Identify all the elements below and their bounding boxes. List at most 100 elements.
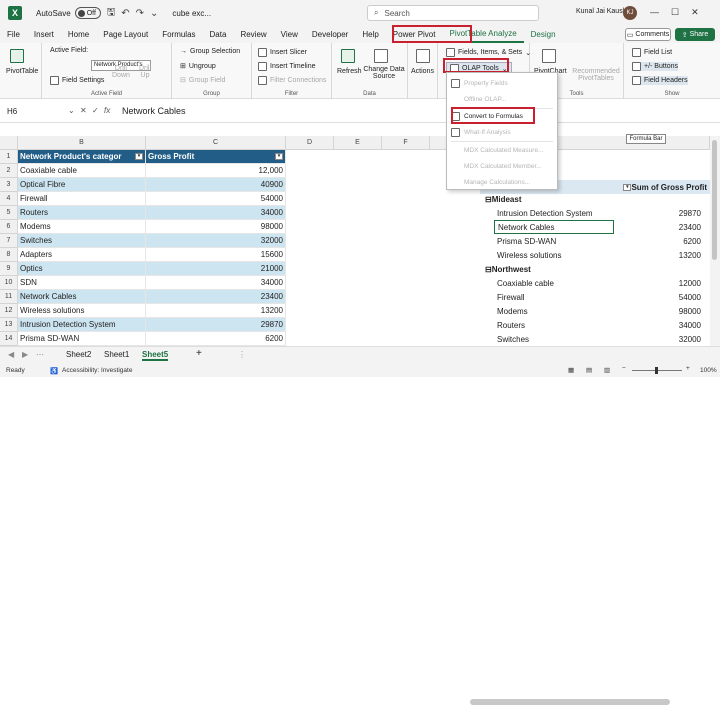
pivot-item-label[interactable]: Network Cables — [494, 220, 614, 234]
row-header[interactable]: 7 — [0, 234, 18, 248]
minimize-icon[interactable]: — — [650, 7, 659, 18]
row-header[interactable]: 3 — [0, 178, 18, 192]
zoom-level[interactable]: 100% — [700, 367, 717, 374]
table-cell-profit[interactable]: 34000 — [146, 206, 286, 220]
table-cell-category[interactable]: SDN — [18, 276, 146, 290]
table-cell-profit[interactable]: 40900 — [146, 178, 286, 192]
menu-item-property-fields[interactable]: Property Fields — [447, 77, 557, 89]
spreadsheet-grid[interactable]: B C D E F 123456789101112131415 Network … — [0, 136, 716, 346]
plus-minus-buttons-button[interactable]: +/- Buttons — [632, 62, 679, 71]
column-header-f[interactable]: F — [382, 136, 430, 150]
row-header[interactable]: 2 — [0, 164, 18, 178]
zoom-in-icon[interactable]: + — [686, 365, 690, 372]
table-cell-category[interactable]: Routers — [18, 206, 146, 220]
share-button[interactable]: ⇪ Share — [675, 28, 715, 41]
insert-slicer-button[interactable]: Insert Slicer — [258, 48, 307, 57]
pivot-item-value[interactable]: 13200 — [620, 248, 704, 262]
table-cell-profit[interactable]: 32000 — [146, 234, 286, 248]
function-icon[interactable]: fx — [104, 106, 110, 115]
filter-dropdown-icon[interactable]: ▾ — [135, 153, 143, 160]
pivot-group-row[interactable]: ⊟Mideast — [482, 192, 602, 206]
autosave-toggle[interactable]: Off — [74, 7, 101, 19]
add-sheet-icon[interactable]: + — [196, 348, 202, 359]
filter-connections-button[interactable]: Filter Connections — [258, 76, 326, 85]
tab-review[interactable]: Review — [233, 26, 273, 43]
pivot-item-value[interactable]: 32000 — [620, 332, 704, 346]
maximize-icon[interactable]: ☐ — [671, 7, 679, 18]
fields-items-sets-button[interactable]: Fields, Items, & Sets ⌄ — [446, 48, 531, 57]
menu-item-what-if[interactable]: What-If Analysis — [447, 126, 557, 138]
vertical-scrollbar[interactable] — [710, 136, 720, 346]
row-header[interactable]: 4 — [0, 192, 18, 206]
pivot-item-label[interactable]: Firewall — [494, 290, 614, 304]
table-cell-category[interactable]: Optics — [18, 262, 146, 276]
field-settings-button[interactable]: Field Settings — [50, 76, 104, 85]
pivottable-icon[interactable] — [10, 49, 24, 63]
group-selection-button[interactable]: → Group Selection — [180, 48, 240, 55]
drill-down-button[interactable]: Drill Down — [112, 65, 130, 79]
normal-view-icon[interactable]: ▦ — [568, 366, 574, 374]
name-box[interactable]: H6 — [4, 104, 64, 119]
actions-icon[interactable] — [416, 49, 430, 63]
table-cell-category[interactable]: Optical Fibre — [18, 178, 146, 192]
table-cell-profit[interactable]: 15600 — [146, 248, 286, 262]
select-all-corner[interactable] — [0, 136, 18, 150]
tab-design[interactable]: Design — [524, 26, 563, 43]
row-header[interactable]: 14 — [0, 332, 18, 346]
accessibility-status[interactable]: Accessibility: Investigate — [62, 367, 132, 374]
row-header[interactable]: 5 — [0, 206, 18, 220]
table-cell-category[interactable]: Adapters — [18, 248, 146, 262]
row-header[interactable]: 10 — [0, 276, 18, 290]
undo-icon[interactable]: ↶ — [121, 8, 129, 19]
row-header[interactable]: 8 — [0, 248, 18, 262]
pivottable-button[interactable]: PivotTable — [6, 68, 38, 75]
table-cell-profit[interactable]: 12,000 — [146, 164, 286, 178]
tab-file[interactable]: File — [0, 26, 27, 43]
tab-page-layout[interactable]: Page Layout — [96, 26, 155, 43]
sheet-tab-sheet1[interactable]: Sheet1 — [104, 350, 129, 359]
table-cell-category[interactable]: Firewall — [18, 192, 146, 206]
row-header[interactable]: 12 — [0, 304, 18, 318]
tab-formulas[interactable]: Formulas — [155, 26, 202, 43]
pivot-item-value[interactable]: 12000 — [620, 276, 704, 290]
table-cell-category[interactable]: Wireless solutions — [18, 304, 146, 318]
row-header[interactable]: 9 — [0, 262, 18, 276]
column-header-e[interactable]: E — [334, 136, 382, 150]
zoom-slider-thumb[interactable] — [655, 367, 658, 374]
column-header-c[interactable]: C — [146, 136, 286, 150]
document-name[interactable]: cube exc... — [172, 9, 211, 18]
sheet-tab-sheet5[interactable]: Sheet5 — [142, 350, 169, 361]
page-break-view-icon[interactable]: ▥ — [604, 366, 610, 374]
column-header-b[interactable]: B — [18, 136, 146, 150]
tab-data[interactable]: Data — [203, 26, 234, 43]
filter-dropdown-icon[interactable]: ▾ — [623, 183, 632, 191]
pivot-item-label[interactable]: Intrusion Detection System — [494, 206, 614, 220]
table-cell-category[interactable]: Switches — [18, 234, 146, 248]
change-data-source-button[interactable]: Change Data Source — [363, 66, 405, 80]
pivot-item-value[interactable]: 54000 — [620, 290, 704, 304]
table-cell-profit[interactable]: 23400 — [146, 290, 286, 304]
pivot-item-value[interactable]: 6200 — [620, 234, 704, 248]
table-cell-profit[interactable]: 34000 — [146, 276, 286, 290]
pivotchart-icon[interactable] — [542, 49, 556, 63]
tab-home[interactable]: Home — [61, 26, 96, 43]
table-cell-category[interactable]: Prisma SD-WAN — [18, 332, 146, 346]
table-cell-category[interactable]: Coaxiable cable — [18, 164, 146, 178]
row-header[interactable]: 11 — [0, 290, 18, 304]
filter-dropdown-icon[interactable]: ▾ — [275, 153, 283, 160]
customize-icon[interactable]: ⌄ — [150, 8, 158, 19]
table-cell-profit[interactable]: 21000 — [146, 262, 286, 276]
pivot-item-label[interactable]: Switches — [494, 332, 614, 346]
drill-up-button[interactable]: Drill Up — [138, 65, 152, 79]
search-box[interactable]: ⌕ Search — [367, 5, 539, 21]
pivot-group-row[interactable]: ⊟Northwest — [482, 262, 602, 276]
menu-item-manage-calculations[interactable]: Manage Calculations... — [447, 176, 557, 188]
pivot-item-value[interactable]: 34000 — [620, 318, 704, 332]
table-cell-profit[interactable]: 6200 — [146, 332, 286, 346]
pivot-item-label[interactable]: Routers — [494, 318, 614, 332]
insert-timeline-button[interactable]: Insert Timeline — [258, 62, 316, 71]
more-sheets-icon[interactable]: ⋯ — [36, 350, 44, 359]
row-header[interactable]: 1 — [0, 150, 18, 164]
refresh-icon[interactable] — [341, 49, 355, 63]
vertical-scroll-thumb[interactable] — [712, 140, 717, 260]
